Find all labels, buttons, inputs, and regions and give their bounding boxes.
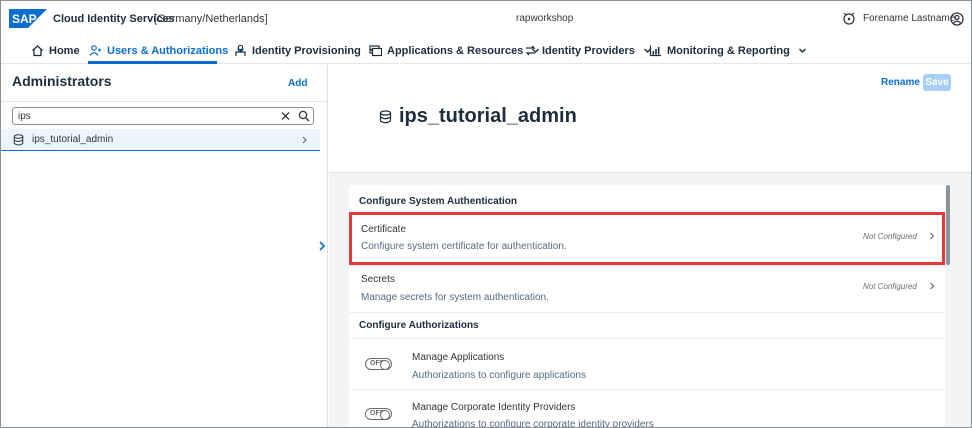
section-title: Configure System Authentication	[359, 196, 517, 207]
tab-applications-resources[interactable]: Applications & Resources	[369, 37, 540, 64]
highlight-box	[349, 212, 945, 265]
manage-applications-description: Authorizations to configure applications	[412, 370, 586, 381]
tab-label: Applications & Resources	[387, 44, 524, 57]
user-profile-icon[interactable]	[950, 12, 964, 26]
top-navigation: Home Users & Authorizations Identity Pro…	[1, 37, 971, 64]
section-title: Configure Authorizations	[359, 320, 479, 331]
object-header: Rename Save ips_tutorial_admin	[329, 65, 971, 173]
chevron-right-icon[interactable]	[929, 282, 935, 290]
divider	[349, 338, 945, 339]
users-icon	[89, 45, 101, 56]
search-icon[interactable]	[298, 110, 310, 122]
secrets-description: Manage secrets for system authentication…	[361, 292, 549, 303]
administrators-panel: Administrators Add ips_tutorial_admin	[1, 65, 328, 427]
tab-label: Users & Authorizations	[107, 44, 229, 57]
applications-icon	[369, 45, 382, 57]
manage-applications-toggle[interactable]: OFF	[365, 358, 392, 370]
divider	[1, 101, 328, 102]
svg-text:SAP: SAP	[12, 12, 37, 26]
identity-providers-icon	[525, 45, 536, 56]
clear-icon[interactable]	[280, 110, 291, 122]
scrollbar[interactable]	[946, 185, 950, 265]
manage-corporate-idp-title: Manage Corporate Identity Providers	[412, 402, 576, 413]
manage-applications-title: Manage Applications	[412, 352, 505, 363]
active-tab-indicator	[88, 61, 217, 64]
secrets-title[interactable]: Secrets	[361, 274, 395, 285]
tab-label: Home	[49, 44, 80, 57]
toggle-label: OFF	[370, 360, 384, 367]
shell-bar: SAP Cloud Identity Services [Germany/Net…	[1, 1, 971, 37]
settings-card: Configure System Authentication Certific…	[349, 185, 945, 428]
provisioning-icon	[235, 44, 246, 56]
add-button[interactable]: Add	[288, 78, 307, 89]
chevron-down-icon	[798, 48, 806, 53]
list-item-label: ips_tutorial_admin	[32, 134, 114, 145]
chevron-right-icon	[302, 136, 307, 144]
tab-label: Monitoring & Reporting	[667, 44, 790, 57]
tab-label: Identity Provisioning	[252, 44, 361, 57]
home-icon	[32, 45, 43, 57]
rename-button[interactable]: Rename	[881, 77, 920, 88]
database-icon	[13, 134, 24, 146]
page-title: ips_tutorial_admin	[399, 105, 577, 127]
search-input[interactable]	[18, 109, 268, 123]
divider	[349, 265, 945, 266]
user-name[interactable]: Forename Lastname	[863, 13, 955, 24]
database-icon	[379, 110, 392, 124]
manage-corporate-idp-description: Authorizations to configure corporate id…	[412, 419, 654, 428]
monitoring-icon	[649, 45, 661, 57]
list-item[interactable]: ips_tutorial_admin	[1, 129, 320, 151]
tab-identity-providers[interactable]: Identity Providers	[524, 37, 652, 64]
tab-identity-provisioning[interactable]: Identity Provisioning	[234, 37, 378, 64]
divider	[349, 312, 945, 313]
tab-home[interactable]: Home	[31, 37, 80, 64]
sap-logo[interactable]: SAP	[9, 9, 47, 28]
tab-label: Identity Providers	[542, 44, 635, 57]
expand-chevron-icon[interactable]	[318, 241, 326, 251]
app-window: SAP Cloud Identity Services [Germany/Net…	[0, 0, 972, 428]
save-button[interactable]: Save	[923, 74, 951, 91]
notifications-icon[interactable]	[842, 12, 856, 26]
tenant-name: rapworkshop	[516, 13, 574, 24]
toggle-label: OFF	[370, 410, 384, 417]
status-badge: Not Configured	[863, 282, 917, 291]
tab-monitoring-reporting[interactable]: Monitoring & Reporting	[649, 37, 807, 64]
manage-corporate-idp-toggle[interactable]: OFF	[365, 408, 392, 420]
region-label: [Germany/Netherlands]	[154, 13, 268, 25]
tab-users-authorizations[interactable]: Users & Authorizations	[89, 37, 245, 64]
panel-title: Administrators	[12, 73, 112, 89]
search-field	[12, 107, 314, 125]
detail-panel: Rename Save ips_tutorial_admin Configure…	[319, 65, 971, 428]
divider	[349, 389, 945, 390]
